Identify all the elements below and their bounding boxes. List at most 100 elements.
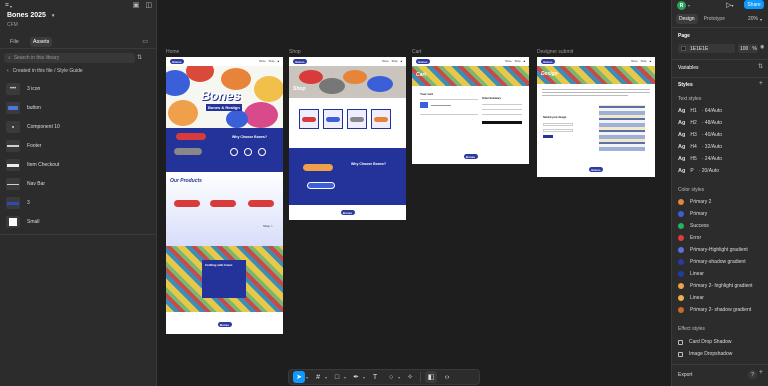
shape-icon[interactable]: □ bbox=[331, 371, 343, 383]
color-style-item[interactable]: Primary-shadow gradient bbox=[678, 259, 746, 265]
frame-designer-submit[interactable]: Bones Home Shop ■ Design Submit your desig… bbox=[537, 57, 655, 177]
dev-mode-icon[interactable]: ‹› bbox=[441, 371, 453, 383]
back-chevron-icon[interactable]: ‹ bbox=[7, 68, 9, 74]
library-book-icon[interactable]: ▭ bbox=[142, 38, 148, 45]
text-style-item[interactable]: Ag H2 · 48/Auto bbox=[678, 120, 722, 126]
tab-assets[interactable]: Assets bbox=[29, 37, 53, 47]
color-style-item[interactable]: Linear bbox=[678, 271, 704, 277]
add-export-icon[interactable]: + bbox=[759, 369, 763, 376]
frame-label-home[interactable]: Home bbox=[166, 49, 179, 55]
chevron-down-icon[interactable]: ▾ bbox=[325, 375, 327, 380]
color-style-item[interactable]: Primary 2- shadow gradient bbox=[678, 307, 751, 313]
text-style-item[interactable]: Ag P · 20/Auto bbox=[678, 168, 719, 174]
divider bbox=[672, 59, 768, 60]
help-button[interactable]: ? bbox=[748, 370, 757, 379]
nav-links: Home Shop ■ bbox=[259, 60, 279, 63]
file-title[interactable]: Bones 2025 ▾ bbox=[7, 12, 54, 19]
divider bbox=[0, 234, 157, 235]
component-thumb bbox=[6, 121, 20, 133]
avatar[interactable]: R bbox=[677, 1, 686, 10]
actions-icon[interactable]: ✧ bbox=[404, 371, 416, 383]
component-item[interactable]: button bbox=[6, 101, 41, 115]
color-style-item[interactable]: Linear bbox=[678, 295, 704, 301]
frame-shop[interactable]: Bones HomeShop■ Shop Why Choose Bones? bbox=[289, 57, 406, 220]
frame-label-shop[interactable]: Shop bbox=[289, 49, 301, 55]
page-color-field[interactable]: 1E1E1E bbox=[678, 44, 735, 53]
footer: Bones bbox=[412, 149, 529, 164]
chevron-down-icon[interactable]: ▾ bbox=[363, 375, 365, 380]
color-style-label: Primary 2- highlight gradient bbox=[690, 283, 753, 289]
component-label: Small bbox=[27, 219, 40, 225]
pen-icon[interactable]: ✒ bbox=[350, 371, 362, 383]
variables-label[interactable]: Variables bbox=[678, 65, 698, 71]
frame-cart[interactable]: Bones Home Shop ■ Cart Your cart Order Sum… bbox=[412, 57, 529, 164]
color-style-item[interactable]: Primary 2- highlight gradient bbox=[678, 283, 753, 289]
text-style-item[interactable]: Ag H4 · 32/Auto bbox=[678, 144, 722, 150]
tab-design[interactable]: Design bbox=[676, 14, 698, 24]
export-label[interactable]: Export bbox=[678, 372, 692, 378]
logo: Bones bbox=[170, 59, 184, 64]
cart-icon: ■ bbox=[277, 60, 279, 63]
text-icon[interactable]: T bbox=[369, 371, 381, 383]
share-button[interactable]: Share bbox=[744, 0, 764, 9]
effect-style-item[interactable]: Image Dropshadow bbox=[678, 351, 732, 357]
effect-style-item[interactable]: Card Drop Shadow bbox=[678, 339, 732, 345]
zoom-level[interactable]: 20% ▾ bbox=[748, 16, 762, 22]
frame-label-cart[interactable]: Cart bbox=[412, 49, 421, 55]
play-icon[interactable]: ▷ ▾ bbox=[726, 1, 733, 9]
effect-icon bbox=[678, 351, 683, 357]
component-item[interactable]: Footer bbox=[6, 139, 41, 153]
page-heading: Page bbox=[678, 33, 690, 39]
filter-icon[interactable]: ⇅ bbox=[137, 54, 142, 61]
divider bbox=[0, 48, 157, 49]
variables-settings-icon[interactable]: ⇅ bbox=[758, 63, 763, 70]
color-style-label: Primary-Highlight gradient bbox=[690, 247, 748, 253]
component-item[interactable]: Nav Bar bbox=[6, 177, 45, 191]
chevron-down-icon[interactable]: ▾ bbox=[688, 3, 690, 8]
frame-icon[interactable]: # bbox=[312, 371, 324, 383]
frame-label-designer-submit[interactable]: Designer submit bbox=[537, 49, 573, 55]
design-mode-icon[interactable]: ◧ bbox=[425, 371, 438, 383]
comment-icon[interactable]: ○ bbox=[385, 371, 397, 383]
color-style-item[interactable]: Success bbox=[678, 223, 709, 229]
move-icon[interactable]: ➤ bbox=[293, 371, 305, 383]
file-title-text: Bones 2025 bbox=[7, 12, 46, 19]
logo: Bones bbox=[293, 59, 307, 64]
image-icon[interactable]: ▣ bbox=[133, 1, 140, 9]
component-item[interactable]: Small bbox=[6, 215, 40, 229]
chevron-down-icon[interactable]: ▾ bbox=[306, 375, 308, 380]
crafting-section: Crafting with Intent bbox=[166, 246, 283, 312]
figma-menu-icon[interactable]: ⌗ ▾ bbox=[5, 2, 19, 10]
color-style-item[interactable]: Primary 2 bbox=[678, 199, 711, 205]
text-style-item[interactable]: Ag H5 · 24/Auto bbox=[678, 156, 722, 162]
logo: Bones bbox=[416, 59, 430, 64]
tab-prototype[interactable]: Prototype bbox=[701, 14, 728, 24]
color-style-item[interactable]: Primary-Highlight gradient bbox=[678, 247, 748, 253]
footer-logo: Bones bbox=[340, 210, 355, 215]
nav-bar: Bones Home Shop ■ bbox=[537, 57, 655, 66]
color-style-item[interactable]: Primary bbox=[678, 211, 707, 217]
sidebar-toggle-icon[interactable]: ◫ bbox=[145, 1, 152, 9]
color-style-item[interactable]: Error bbox=[678, 235, 701, 241]
component-item[interactable]: Item Checkout bbox=[6, 158, 59, 172]
order-summary-heading: Order Summary bbox=[482, 97, 501, 100]
effect-icon bbox=[678, 339, 683, 345]
breadcrumb[interactable]: ‹ Created in this file / Style Guide bbox=[7, 68, 83, 74]
text-style-item[interactable]: Ag H3 · 40/Auto bbox=[678, 132, 722, 138]
canvas[interactable]: Home Bones Home Shop ■ Bones Bones & Rea… bbox=[157, 0, 671, 386]
text-style-icon: Ag bbox=[678, 168, 686, 174]
eye-icon[interactable]: ◉ bbox=[760, 44, 764, 50]
component-item[interactable]: Component 10 bbox=[6, 120, 60, 134]
component-item[interactable]: ••• 3 icon bbox=[6, 82, 40, 96]
page-opacity-field[interactable]: 100% bbox=[738, 44, 758, 53]
chevron-down-icon[interactable]: ▾ bbox=[398, 375, 400, 380]
search-input[interactable]: ⌕ Search in this library bbox=[4, 53, 135, 63]
component-item[interactable]: 3 bbox=[6, 196, 30, 210]
add-style-icon[interactable]: + bbox=[759, 80, 763, 87]
text-style-item[interactable]: Ag H1 · 64/Auto bbox=[678, 108, 722, 114]
color-swatch bbox=[678, 247, 684, 253]
your-cart: Your cart bbox=[420, 92, 433, 96]
chevron-down-icon[interactable]: ▾ bbox=[344, 375, 346, 380]
tab-file[interactable]: File bbox=[7, 37, 22, 47]
frame-home[interactable]: Bones Home Shop ■ Bones Bones & Realign bbox=[166, 57, 283, 334]
